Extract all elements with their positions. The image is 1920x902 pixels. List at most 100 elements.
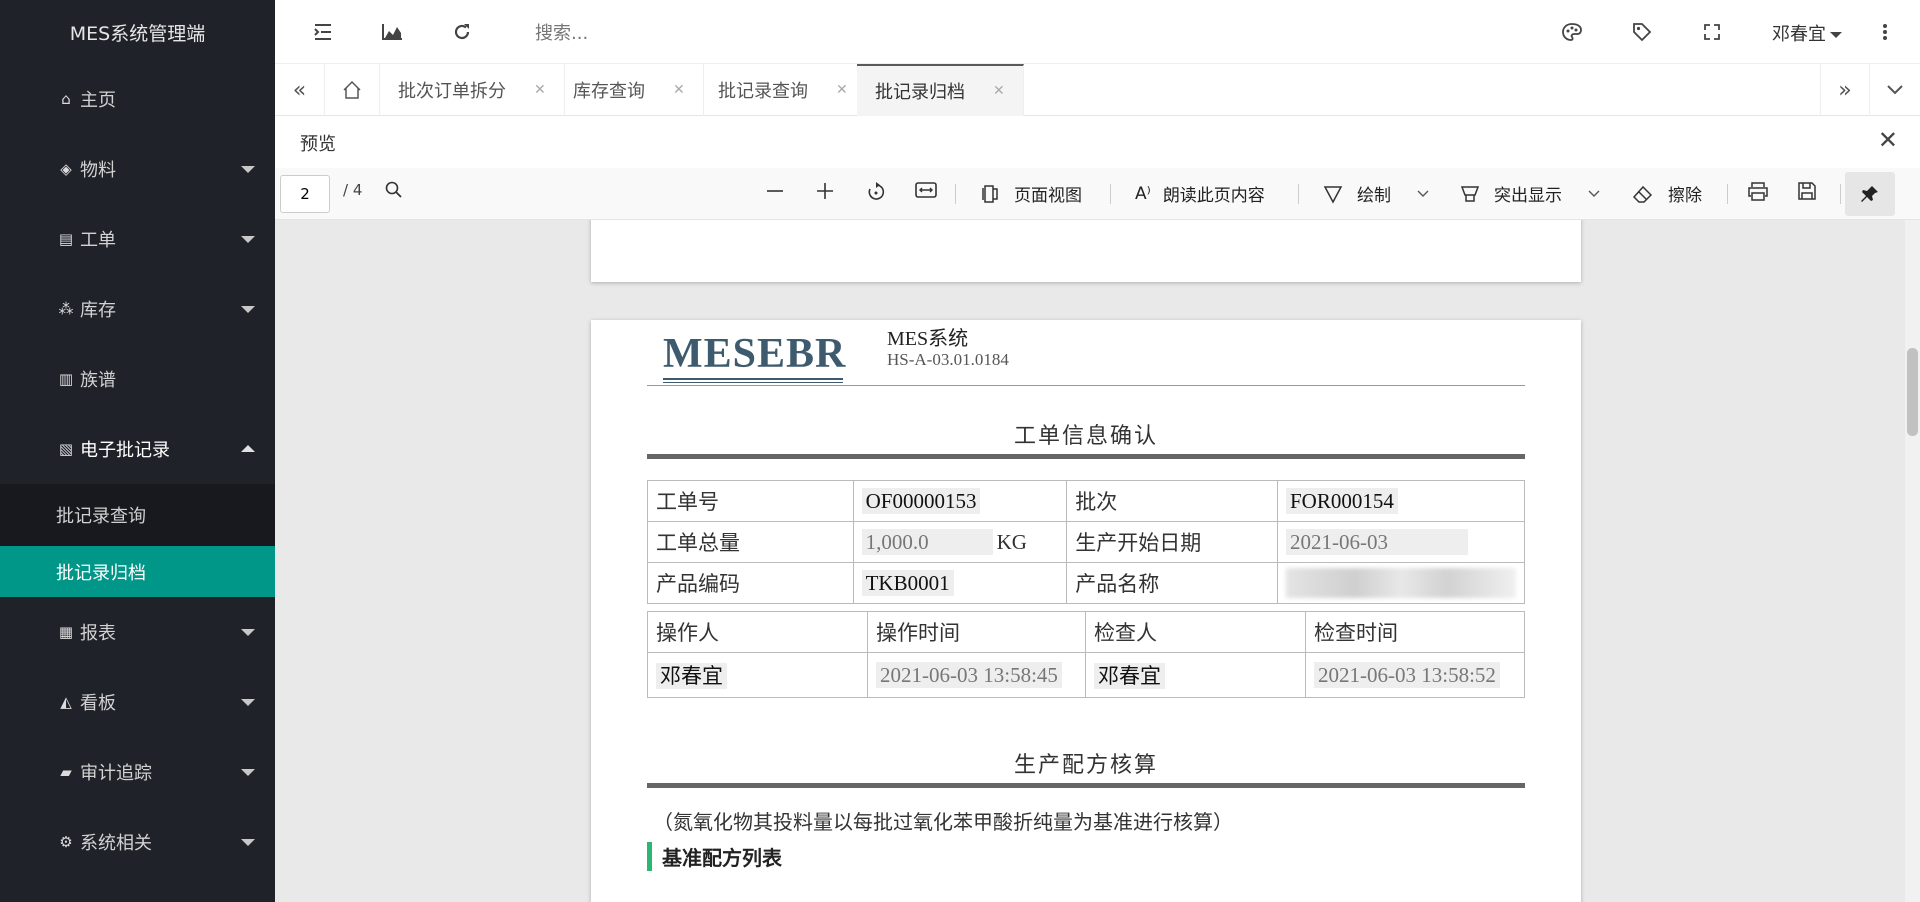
- pdf-viewer[interactable]: MESEBR MES系统 HS-A-03.01.0184 工单信息确认 工单号 …: [275, 220, 1905, 902]
- caret-down-icon: [1830, 32, 1842, 38]
- table-cell: 检查人: [1085, 611, 1306, 653]
- sidebar-item-label: 物料: [80, 160, 116, 181]
- page-view-icon: [982, 184, 998, 203]
- page-number-input[interactable]: [280, 175, 330, 213]
- pin-icon[interactable]: [1845, 172, 1895, 216]
- refresh-icon[interactable]: [450, 20, 474, 44]
- tabs-scroll-left-icon[interactable]: «: [275, 64, 325, 116]
- table-cell: 1,000.0 KG: [852, 521, 1068, 563]
- rotate-icon[interactable]: [865, 181, 887, 203]
- file-tree-icon: ▥: [58, 370, 74, 388]
- table-row: 产品编码 TKB0001 产品名称: [647, 562, 1525, 604]
- scrollbar-thumb[interactable]: [1907, 348, 1918, 436]
- sidebar-item-reports[interactable]: ▦ 报表: [0, 597, 275, 667]
- close-icon[interactable]: ✕: [993, 83, 1005, 99]
- sidebar-item-label: 看板: [80, 693, 116, 714]
- excel-file-icon: ▦: [58, 623, 74, 641]
- eraser-icon: [1632, 185, 1653, 203]
- erase-button[interactable]: 擦除: [1632, 181, 1702, 206]
- zoom-out-icon[interactable]: [765, 181, 785, 201]
- page-view-button[interactable]: 页面视图: [980, 181, 1082, 206]
- formula-list-heading: 基准配方列表: [647, 842, 782, 871]
- close-icon[interactable]: ✕: [836, 82, 848, 98]
- header-divider: [647, 385, 1525, 386]
- menu-collapse-icon[interactable]: [311, 20, 335, 44]
- close-icon[interactable]: ✕: [1878, 126, 1898, 154]
- tab-record-query[interactable]: 批记录查询 ✕: [700, 64, 867, 116]
- checker-value: 邓春宜: [1094, 663, 1165, 689]
- ebr-submenu: 批记录查询 批记录归档: [0, 484, 275, 597]
- company-logo: MESEBR: [663, 331, 847, 377]
- sidebar-item-audit-trail[interactable]: ▰ 审计追踪: [0, 737, 275, 807]
- tabs-scroll-right-icon[interactable]: »: [1820, 64, 1870, 116]
- order-quantity-value: 1,000.0: [861, 528, 993, 555]
- caret-down-icon: [241, 839, 255, 846]
- sidebar-item-ebr[interactable]: ▧ 电子批记录: [0, 414, 275, 484]
- user-menu[interactable]: 邓春宜: [1772, 20, 1842, 46]
- sidebar-item-workorder[interactable]: ▤ 工单: [0, 204, 275, 274]
- book-icon: ▰: [60, 763, 72, 781]
- chevron-down-icon: [1417, 190, 1429, 197]
- fit-width-icon[interactable]: [915, 181, 937, 199]
- save-icon[interactable]: [1797, 181, 1817, 201]
- vertical-scrollbar[interactable]: [1905, 220, 1920, 902]
- table-row: 操作人 操作时间 检查人 检查时间: [647, 611, 1525, 653]
- sidebar-item-genealogy[interactable]: ▥ 族谱: [0, 344, 275, 414]
- toolbar-divider: [1727, 184, 1728, 204]
- table-cell: 操作时间: [867, 611, 1086, 653]
- highlighter-icon: [1460, 185, 1480, 202]
- search-input[interactable]: [535, 20, 835, 46]
- check-time-value: 2021-06-03 13:58:52: [1314, 661, 1500, 688]
- close-icon[interactable]: ✕: [673, 82, 685, 98]
- home-tab-icon[interactable]: [325, 64, 380, 116]
- sidebar-item-dashboard[interactable]: ◭ 看板: [0, 667, 275, 737]
- formula-note: （氮氧化物其投料量以每批过氧化苯甲酸折纯量为基准进行核算）: [653, 812, 1233, 834]
- fullscreen-icon[interactable]: [1700, 20, 1724, 44]
- caret-up-icon: [241, 445, 255, 452]
- toolbar-divider: [955, 184, 956, 204]
- sidebar-item-inventory[interactable]: ⁂ 库存: [0, 274, 275, 344]
- sidebar-subitem-record-query[interactable]: 批记录查询: [0, 484, 275, 546]
- theme-palette-icon[interactable]: [1560, 20, 1584, 44]
- logo-underline: [663, 382, 843, 383]
- sidebar-subitem-record-archive[interactable]: 批记录归档: [0, 546, 275, 597]
- area-chart-icon[interactable]: [380, 20, 404, 44]
- start-date-value: 2021-06-03: [1286, 528, 1468, 555]
- tab-batch-order-split[interactable]: 批次订单拆分 ✕: [380, 64, 565, 116]
- caret-down-icon: [241, 166, 255, 173]
- logo-underline: [663, 378, 843, 380]
- search-icon[interactable]: [385, 181, 403, 199]
- quantity-unit: KG: [996, 529, 1027, 554]
- sidebar-item-material[interactable]: ◈ 物料: [0, 134, 275, 204]
- table-cell: 批次: [1066, 480, 1278, 522]
- sidebar-item-label: 工单: [80, 230, 116, 251]
- close-icon[interactable]: ✕: [534, 82, 546, 98]
- zoom-in-icon[interactable]: [815, 181, 835, 201]
- chevron-down-icon: [1588, 190, 1600, 197]
- section-divider: [647, 454, 1525, 459]
- tag-icon[interactable]: [1630, 20, 1654, 44]
- sidebar-item-label: 主页: [80, 90, 116, 111]
- print-icon[interactable]: [1747, 181, 1769, 201]
- section-title-order-info: 工单信息确认: [1013, 423, 1158, 448]
- table-row: 工单总量 1,000.0 KG 生产开始日期 2021-06-03: [647, 521, 1525, 563]
- sidebar-item-label: 系统相关: [80, 833, 152, 854]
- sidebar-item-label: 电子批记录: [80, 440, 170, 461]
- file-icon: ▤: [58, 230, 74, 248]
- document-code: HS-A-03.01.0184: [887, 350, 1009, 369]
- table-cell: 产品名称: [1066, 562, 1278, 604]
- tab-inventory-query[interactable]: 库存查询 ✕: [555, 64, 704, 116]
- chevron-down-icon[interactable]: [1870, 64, 1920, 116]
- top-header: 邓春宜: [275, 0, 1920, 64]
- tab-label: 批次订单拆分: [398, 81, 506, 102]
- sidebar-item-label: 报表: [80, 623, 116, 644]
- read-aloud-button[interactable]: A⁾ 朗读此页内容: [1135, 181, 1265, 207]
- tab-record-archive[interactable]: 批记录归档 ✕: [857, 64, 1024, 116]
- more-vertical-icon[interactable]: [1873, 20, 1897, 44]
- sidebar-item-home[interactable]: ⌂ 主页: [0, 64, 275, 134]
- sidebar-item-system[interactable]: ⚙ 系统相关: [0, 807, 275, 877]
- draw-button[interactable]: 绘制: [1323, 181, 1429, 206]
- cubes-icon: ⁂: [58, 300, 74, 318]
- sidebar-item-label: 库存: [80, 300, 116, 321]
- highlight-button[interactable]: 突出显示: [1460, 181, 1600, 206]
